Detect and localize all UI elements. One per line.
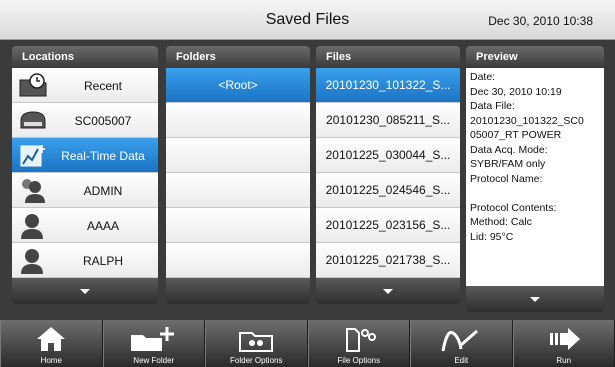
folder-item[interactable] (166, 173, 310, 208)
user-icon (21, 214, 43, 239)
file-item[interactable]: 20101230_101322_S... (316, 68, 460, 103)
files-scroll-down-button[interactable] (316, 278, 460, 304)
location-item-ralph[interactable]: RALPH (12, 243, 158, 278)
home-label: Home (40, 356, 62, 365)
location-label: Recent (83, 79, 123, 93)
preview-line: Dec 30, 2010 10:19 (470, 85, 562, 98)
file-item[interactable]: 20101225_024546_S... (316, 173, 460, 208)
folders-panel: Folders <Root> (166, 46, 310, 312)
location-label: SC005007 (74, 114, 132, 128)
file-label: 20101225_021738_S... (325, 253, 451, 267)
preview-line: Date: (470, 71, 496, 83)
run-label: Run (556, 356, 572, 365)
bottom-toolbar: Home New Folder Folder Options File Opti… (0, 320, 615, 367)
files-panel: Files 20101230_101322_S... 20101230_0852… (316, 46, 460, 312)
edit-button[interactable]: Edit (410, 320, 513, 367)
preview-line: Data Acq. Mode: (470, 143, 548, 156)
preview-line: 05007_RT POWER (470, 129, 562, 141)
file-label: 20101225_023156_S... (325, 218, 451, 232)
file-label: 20101225_024546_S... (325, 183, 451, 197)
chevron-down-icon (530, 296, 540, 302)
location-label: ADMIN (83, 184, 123, 198)
file-label: 20101230_101322_S... (325, 78, 451, 92)
chevron-down-icon (80, 288, 90, 294)
preview-heading: Preview (466, 46, 604, 68)
edit-label: Edit (454, 356, 469, 365)
file-options-icon (345, 328, 376, 352)
location-item-aaaa[interactable]: AAAA (12, 208, 158, 243)
folders-heading: Folders (166, 46, 310, 68)
folder-label: <Root> (218, 78, 258, 92)
location-label: Real-Time Data (61, 149, 145, 163)
location-item-recent[interactable]: Recent (12, 68, 158, 103)
preview-line: Data File: (470, 100, 515, 112)
admin-user-icon (22, 179, 45, 203)
preview-line: Protocol Contents: (470, 201, 557, 214)
preview-line: 20101230_101322_SC0 (470, 114, 584, 127)
location-item-sc005007[interactable]: SC005007 (12, 103, 158, 138)
preview-line: Lid: 95°C (470, 230, 514, 243)
preview-line: SYBR/FAM only (470, 158, 546, 170)
folder-item[interactable] (166, 103, 310, 138)
file-options-button[interactable]: File Options (307, 320, 410, 367)
home-icon (37, 327, 66, 351)
file-item[interactable]: 20101225_023156_S... (316, 208, 460, 243)
locations-heading: Locations (12, 46, 158, 68)
edit-icon (441, 329, 479, 352)
date-time: Dec 30, 2010 10:38 (488, 14, 593, 28)
preview-scroll-down-button[interactable] (466, 286, 604, 312)
folder-item[interactable] (166, 138, 310, 173)
recent-folder-icon (19, 73, 47, 97)
realtime-data-icon (20, 145, 45, 167)
user-icon (21, 249, 43, 274)
folder-options-label: Folder Options (230, 356, 283, 365)
locations-panel: Locations Recent SC005007 Real-Time Data… (12, 46, 158, 312)
file-options-label: File Options (337, 356, 381, 365)
folder-options-icon (239, 332, 274, 352)
file-item[interactable]: 20101230_085211_S... (316, 103, 460, 138)
preview-line: Method: Calc (470, 216, 532, 228)
new-folder-button[interactable]: New Folder (102, 320, 205, 367)
run-icon (549, 328, 580, 350)
folder-item[interactable] (166, 208, 310, 243)
location-label: RALPH (82, 254, 123, 268)
preview-line: Protocol Name: (470, 172, 543, 185)
title-bar: Saved Files Dec 30, 2010 10:38 (0, 0, 615, 40)
file-label: 20101225_030044_S... (325, 148, 451, 162)
preview-text: Date: Dec 30, 2010 10:19 Data File: 2010… (466, 68, 604, 286)
home-button[interactable]: Home (0, 320, 103, 367)
folder-item-root[interactable]: <Root> (166, 68, 310, 103)
files-heading: Files (316, 46, 460, 68)
preview-panel: Preview Date: Dec 30, 2010 10:19 Data Fi… (466, 46, 604, 312)
preview-line (470, 186, 602, 201)
chevron-down-icon (383, 288, 393, 294)
file-label: 20101230_085211_S... (326, 113, 450, 127)
location-item-admin[interactable]: ADMIN (12, 173, 158, 208)
new-folder-label: New Folder (133, 356, 175, 365)
run-button[interactable]: Run (512, 320, 615, 367)
instrument-icon (20, 111, 46, 129)
file-item[interactable]: 20101225_030044_S... (316, 138, 460, 173)
locations-scroll-down-button[interactable] (12, 278, 158, 304)
folders-scroll-footer (166, 278, 310, 304)
new-folder-icon (130, 327, 174, 351)
folder-options-button[interactable]: Folder Options (205, 320, 308, 367)
location-label: AAAA (86, 219, 119, 233)
location-item-real-time-data[interactable]: Real-Time Data (12, 138, 158, 173)
file-item[interactable]: 20101225_021738_S... (316, 243, 460, 278)
folder-item[interactable] (166, 243, 310, 278)
